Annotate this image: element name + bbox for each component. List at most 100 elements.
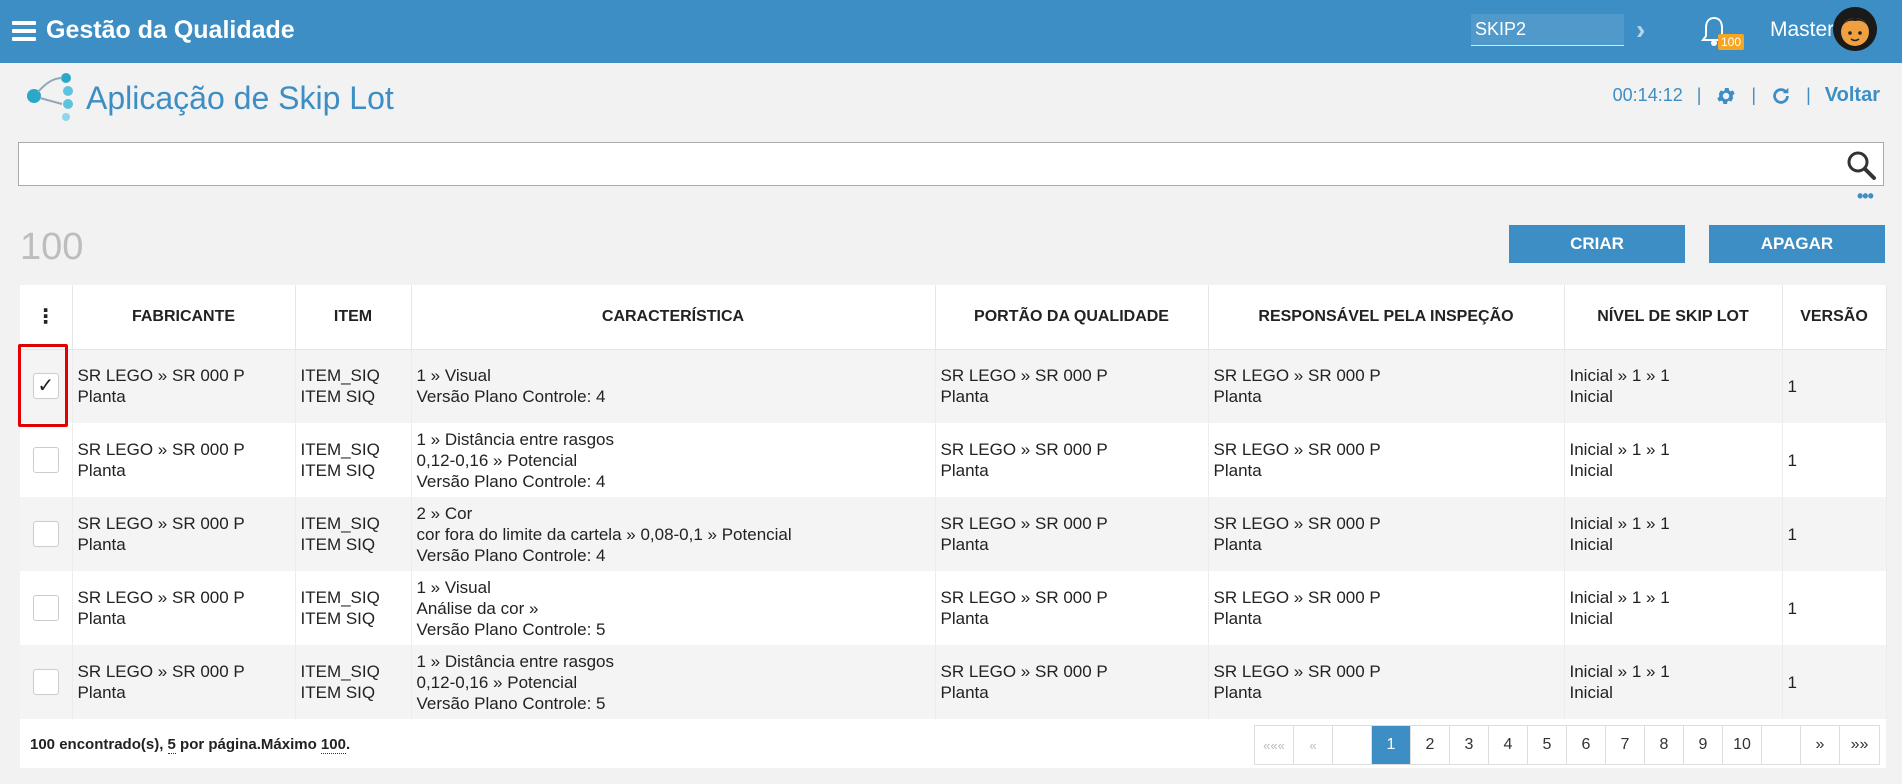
summary-end: . bbox=[345, 736, 351, 753]
page-button[interactable]: 1 bbox=[1372, 726, 1411, 764]
version: 1 bbox=[1782, 571, 1887, 645]
max-selector[interactable]: 100 bbox=[320, 736, 346, 754]
characteristic-version: Versão Plano Controle: 4 bbox=[416, 545, 606, 565]
gear-icon[interactable] bbox=[1715, 85, 1737, 107]
manufacturer-plant: Planta bbox=[77, 535, 126, 554]
page-button[interactable]: 4 bbox=[1489, 726, 1528, 764]
search-icon[interactable] bbox=[1845, 149, 1877, 181]
skip-lot-logo-icon bbox=[27, 73, 73, 121]
quality-gate: SR LEGO » SR 000 P bbox=[940, 588, 1108, 607]
skip-lot-level-name: Inicial bbox=[1569, 609, 1613, 628]
characteristic-version: Versão Plano Controle: 5 bbox=[416, 619, 606, 639]
page-button[interactable]: 5 bbox=[1528, 726, 1567, 764]
page-button[interactable]: 7 bbox=[1606, 726, 1645, 764]
inspection-owner: SR LEGO » SR 000 P bbox=[1213, 662, 1381, 681]
create-button[interactable]: CRIAR bbox=[1509, 225, 1685, 263]
more-options-icon[interactable]: ••• bbox=[1857, 186, 1874, 207]
column-header[interactable]: NÍVEL DE SKIP LOT bbox=[1564, 285, 1783, 350]
refresh-icon[interactable] bbox=[1770, 85, 1792, 107]
characteristic-detail: cor fora do limite da cartela » 0,08-0,1… bbox=[416, 524, 792, 544]
column-header[interactable]: RESPONSÁVEL PELA INSPEÇÃO bbox=[1208, 285, 1565, 350]
characteristic-version: Versão Plano Controle: 5 bbox=[416, 693, 606, 713]
table-row[interactable]: SR LEGO » SR 000 P Planta ITEM_SIQ ITEM SI… bbox=[20, 423, 1887, 497]
column-header[interactable]: VERSÃO bbox=[1782, 285, 1887, 350]
pagination: ««« « 1 2 3 4 5 6 7 8 9 10 » »» bbox=[1254, 725, 1880, 765]
page-button[interactable]: 6 bbox=[1567, 726, 1606, 764]
characteristic: 1 » Distância entre rasgos bbox=[416, 429, 615, 449]
table-row[interactable]: SR LEGO » SR 000 P Planta ITEM_SIQ ITEM SI… bbox=[20, 645, 1887, 719]
delete-button[interactable]: APAGAR bbox=[1709, 225, 1885, 263]
avatar[interactable] bbox=[1833, 7, 1877, 51]
quality-gate: SR LEGO » SR 000 P bbox=[940, 440, 1108, 459]
quality-gate: SR LEGO » SR 000 P bbox=[940, 514, 1108, 533]
menu-icon[interactable] bbox=[12, 21, 36, 41]
found-label: encontrado(s), bbox=[55, 736, 168, 753]
manufacturer-plant: Planta bbox=[77, 683, 126, 702]
skip-lot-level-name: Inicial bbox=[1569, 535, 1613, 554]
column-header[interactable]: FABRICANTE bbox=[72, 285, 296, 350]
skip-lot-input[interactable] bbox=[1471, 14, 1624, 46]
skip-lot-level: Inicial » 1 » 1 bbox=[1569, 514, 1670, 533]
item-code: ITEM_SIQ bbox=[300, 662, 380, 681]
row-checkbox[interactable] bbox=[32, 669, 59, 695]
notification-badge: 100 bbox=[1718, 34, 1745, 50]
page-button[interactable]: 9 bbox=[1684, 726, 1723, 764]
characteristic-detail: Versão Plano Controle: 4 bbox=[416, 387, 606, 407]
inspection-owner: SR LEGO » SR 000 P bbox=[1213, 588, 1381, 607]
header-actions: 00:14:12 | | | Voltar bbox=[1613, 84, 1880, 107]
quality-gate-plant: Planta bbox=[940, 535, 989, 554]
inspection-owner-plant: Planta bbox=[1213, 535, 1262, 554]
manufacturer: SR LEGO » SR 000 P bbox=[77, 662, 245, 681]
page-button[interactable]: 10 bbox=[1723, 726, 1762, 764]
characteristic-detail: 0,12-0,16 » Potencial bbox=[416, 672, 578, 692]
search-input[interactable] bbox=[19, 143, 1819, 185]
column-options-icon[interactable]: ⋮ bbox=[20, 285, 73, 350]
row-checkbox[interactable] bbox=[32, 447, 59, 473]
version: 1 bbox=[1782, 423, 1887, 497]
selection-highlight bbox=[18, 344, 68, 427]
total-count: 100 bbox=[20, 226, 84, 268]
found-count: 100 bbox=[30, 736, 56, 753]
inspection-owner: SR LEGO » SR 000 P bbox=[1213, 440, 1381, 459]
manufacturer-plant: Planta bbox=[77, 609, 126, 628]
page-button[interactable]: 8 bbox=[1645, 726, 1684, 764]
next-page-button[interactable]: » bbox=[1801, 726, 1840, 764]
page-button[interactable]: 2 bbox=[1411, 726, 1450, 764]
skip-lot-level-name: Inicial bbox=[1569, 387, 1613, 407]
manufacturer-plant: Planta bbox=[77, 387, 126, 407]
table-row[interactable]: ✓ SR LEGO » SR 000 P Planta ITEM_SIQ ITEM … bbox=[20, 349, 1887, 423]
item-code: ITEM_SIQ bbox=[300, 366, 380, 386]
app-title: Gestão da Qualidade bbox=[46, 16, 295, 44]
column-header[interactable]: CARACTERÍSTICA bbox=[411, 285, 936, 350]
table-row[interactable]: SR LEGO » SR 000 P Planta ITEM_SIQ ITEM SI… bbox=[20, 497, 1887, 571]
row-checkbox[interactable] bbox=[32, 595, 59, 621]
skip-lot-level: Inicial » 1 » 1 bbox=[1569, 366, 1670, 386]
manufacturer: SR LEGO » SR 000 P bbox=[77, 366, 245, 386]
column-header[interactable]: ITEM bbox=[295, 285, 412, 350]
pager-spacer bbox=[1333, 726, 1372, 764]
inspection-owner-plant: Planta bbox=[1213, 461, 1262, 480]
page-button[interactable]: 3 bbox=[1450, 726, 1489, 764]
chevron-right-icon[interactable]: › bbox=[1636, 14, 1645, 46]
back-link[interactable]: Voltar bbox=[1825, 84, 1880, 107]
column-header[interactable]: PORTÃO DA QUALIDADE bbox=[935, 285, 1209, 350]
prev-page-button[interactable]: « bbox=[1294, 726, 1333, 764]
pager-spacer bbox=[1762, 726, 1801, 764]
inspection-owner-plant: Planta bbox=[1213, 683, 1262, 702]
last-page-button[interactable]: »» bbox=[1840, 726, 1879, 764]
characteristic: 2 » Cor bbox=[416, 503, 473, 523]
per-page-selector[interactable]: 5 bbox=[167, 736, 176, 754]
characteristic: 1 » Distância entre rasgos bbox=[416, 651, 615, 671]
characteristic: 1 » Visual bbox=[416, 577, 491, 597]
user-name[interactable]: Master bbox=[1770, 18, 1834, 42]
item-name: ITEM SIQ bbox=[300, 461, 376, 480]
manufacturer: SR LEGO » SR 000 P bbox=[77, 440, 245, 459]
separator: | bbox=[1751, 85, 1757, 105]
quality-gate-plant: Planta bbox=[940, 461, 989, 480]
first-page-button[interactable]: ««« bbox=[1255, 726, 1294, 764]
quality-gate-plant: Planta bbox=[940, 387, 989, 407]
inspection-owner-plant: Planta bbox=[1213, 609, 1262, 628]
page-title: Aplicação de Skip Lot bbox=[86, 80, 394, 116]
table-row[interactable]: SR LEGO » SR 000 P Planta ITEM_SIQ ITEM SI… bbox=[20, 571, 1887, 645]
row-checkbox[interactable] bbox=[32, 521, 59, 547]
